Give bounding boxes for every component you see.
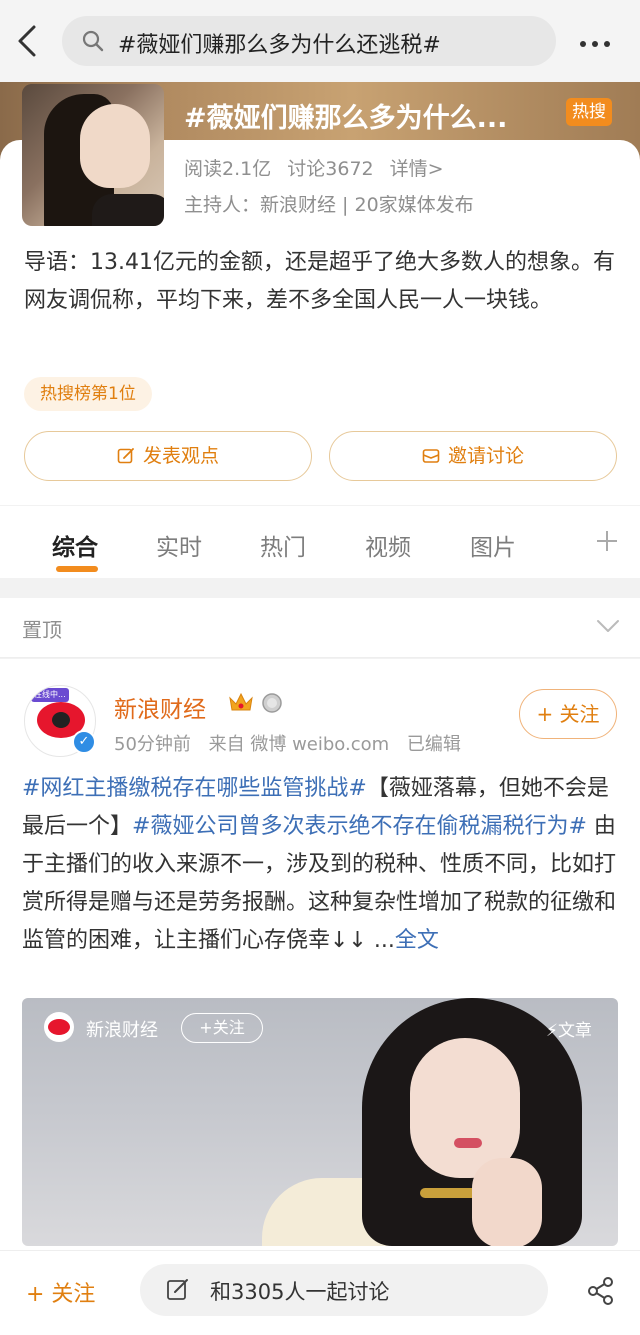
article-follow-button[interactable]: +关注: [181, 1013, 263, 1043]
topic-stats: 阅读2.1亿 讨论3672 详情>: [184, 154, 454, 181]
lightning-icon: ⚡: [546, 1021, 558, 1041]
invite-discussion-label: 邀请讨论: [447, 445, 524, 467]
post-source: 来自 微博 weibo.com: [208, 734, 390, 755]
crown-icon: [229, 692, 253, 711]
hot-badge: 热搜: [566, 98, 612, 126]
post-opinion-label: 发表观点: [142, 445, 219, 467]
mail-icon: [422, 449, 440, 463]
search-input[interactable]: #薇娅们赚那么多为什么还逃税#: [62, 16, 556, 66]
article-type-label: ⚡文章: [546, 1021, 592, 1041]
post-body: #网红主播缴税存在哪些监管挑战#【薇娅落幕，但她不会是最后一个】#薇娅公司曾多次…: [22, 770, 620, 960]
pinned-section-header: 置顶: [0, 598, 640, 658]
hot-rank-tag[interactable]: 热搜榜第1位: [24, 377, 152, 411]
read-more-link[interactable]: 全文: [395, 928, 439, 953]
live-badge: 在线中...: [31, 688, 69, 702]
bottom-follow-button[interactable]: + 关注: [26, 1276, 95, 1308]
back-arrow-icon[interactable]: [14, 24, 44, 58]
read-count: 阅读2.1亿: [184, 158, 272, 180]
post-meta: 50分钟前 来自 微博 weibo.com 已编辑: [114, 730, 473, 756]
top-search-bar: #薇娅们赚那么多为什么还逃税#: [0, 0, 640, 82]
follow-button[interactable]: + 关注: [519, 689, 617, 739]
tab-hot[interactable]: 热门: [260, 528, 306, 562]
tab-all[interactable]: 综合: [52, 528, 98, 562]
tab-images[interactable]: 图片: [470, 528, 516, 562]
share-icon[interactable]: [586, 1276, 616, 1306]
topic-cover-image-front: [22, 84, 164, 226]
article-source-name: 新浪财经: [86, 1020, 158, 1041]
search-icon: [82, 30, 104, 52]
edited-label: 已编辑: [406, 734, 461, 755]
discussion-count: 讨论3672: [287, 158, 374, 180]
post-opinion-button[interactable]: 发表观点: [24, 431, 312, 481]
author-name[interactable]: 新浪财经: [114, 690, 206, 724]
article-source-logo: [44, 1012, 74, 1042]
verified-badge-icon: ✓: [72, 730, 96, 754]
chevron-down-icon[interactable]: [596, 618, 620, 634]
discussion-input-text: 和3305人一起讨论: [210, 1280, 390, 1304]
tab-realtime[interactable]: 实时: [156, 528, 202, 562]
topic-title: #薇娅们赚那么多为什么...: [184, 103, 508, 134]
tab-video[interactable]: 视频: [365, 528, 411, 562]
invite-discussion-button[interactable]: 邀请讨论: [329, 431, 617, 481]
active-tab-indicator: [56, 566, 98, 572]
post-time: 50分钟前: [114, 734, 191, 755]
medal-icon: [262, 693, 282, 713]
more-options-icon[interactable]: [580, 32, 620, 47]
details-link[interactable]: 详情>: [390, 158, 444, 180]
topic-intro: 导语：13.41亿元的金额，还是超乎了绝大多数人的想象。有网友调侃称，平均下来，…: [24, 250, 615, 313]
edit-icon: [117, 448, 134, 464]
search-query-text: #薇娅们赚那么多为什么还逃税#: [118, 33, 441, 58]
topic-host: 主持人：新浪财经 | 20家媒体发布: [184, 194, 474, 216]
topic-link[interactable]: #薇娅公司曾多次表示绝不存在偷税漏税行为#: [132, 814, 587, 839]
plus-icon[interactable]: [596, 530, 618, 552]
pinned-label: 置顶: [22, 618, 62, 642]
edit-icon: [167, 1279, 188, 1300]
topic-link[interactable]: #网红主播缴税存在哪些监管挑战#: [22, 776, 367, 801]
